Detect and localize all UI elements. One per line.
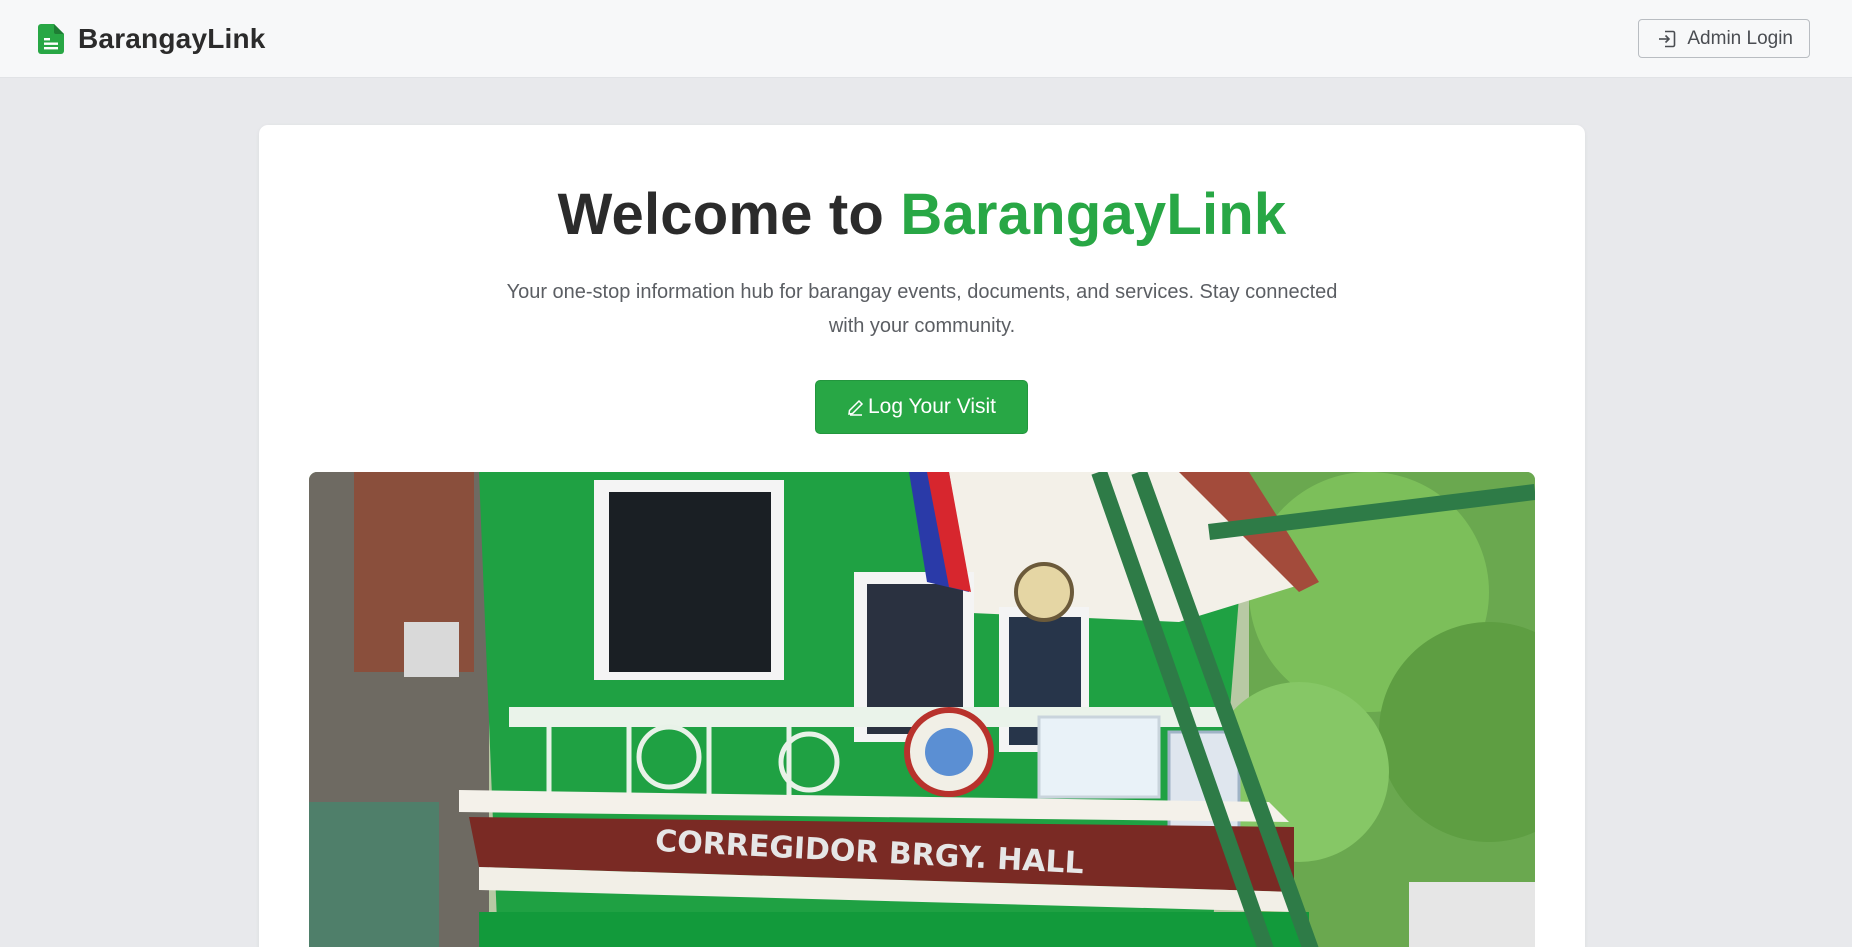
log-visit-label: Log Your Visit — [867, 395, 997, 418]
hero-title-prefix: Welcome to — [557, 182, 901, 247]
barangay-hall-photo: CORREGIDOR BRGY. HALL — [309, 472, 1535, 947]
welcome-card: Welcome to BarangayLink Your one-stop in… — [259, 125, 1585, 947]
log-visit-button[interactable]: Log Your Visit — [815, 380, 1028, 434]
admin-login-button[interactable]: Admin Login — [1638, 19, 1810, 58]
pencil-icon — [848, 399, 864, 416]
admin-login-label: Admin Login — [1687, 27, 1793, 49]
sign-in-icon — [1659, 30, 1676, 47]
top-navbar: BarangayLink Admin Login — [0, 0, 1852, 78]
hero-title: Welcome to BarangayLink — [259, 181, 1585, 248]
hero-subtitle: Your one-stop information hub for barang… — [506, 281, 1338, 337]
brand[interactable]: BarangayLink — [38, 23, 266, 55]
brand-name: BarangayLink — [78, 22, 266, 54]
document-icon — [38, 23, 64, 54]
hero-title-accent: BarangayLink — [900, 182, 1287, 247]
